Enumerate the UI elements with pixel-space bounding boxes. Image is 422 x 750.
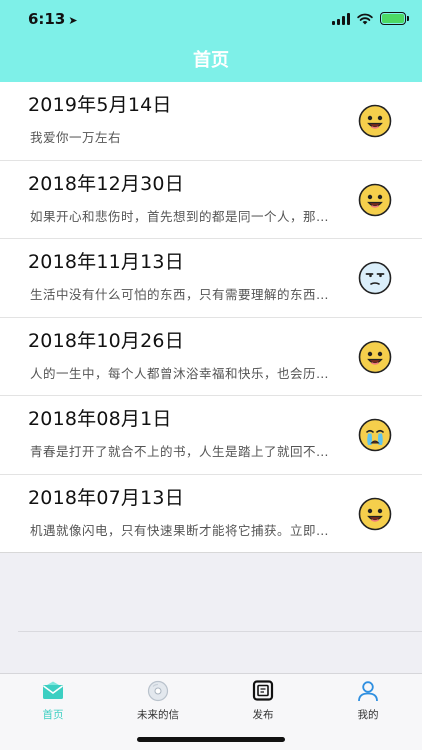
page-title: 首页 xyxy=(193,50,229,71)
battery-icon xyxy=(380,12,409,25)
happy-face-icon xyxy=(358,497,392,530)
tab-label: 我的 xyxy=(357,709,379,721)
happy-face-icon xyxy=(358,340,392,373)
entry-preview: 青春是打开了就合不上的书，人生是踏上了就回不… xyxy=(30,444,330,459)
status-icons xyxy=(332,12,409,25)
tab-label: 发布 xyxy=(252,709,274,721)
entry-date: 2018年10月26日 xyxy=(28,329,184,352)
entry-date: 2018年12月30日 xyxy=(28,172,184,195)
list-item[interactable]: 2018年12月30日 如果开心和悲伤时，首先想到的都是同一个人，那… xyxy=(0,161,422,239)
divider xyxy=(18,631,422,632)
entry-date: 2018年07月13日 xyxy=(28,486,184,509)
list-item[interactable]: 2018年07月13日 机遇就像闪电，只有快速果断才能将它捕获。立即… xyxy=(0,475,422,553)
tab-label: 首页 xyxy=(42,709,64,721)
list-item[interactable]: 2018年08月1日 青春是打开了就合不上的书，人生是踏上了就回不… xyxy=(0,396,422,475)
list-item[interactable]: 2019年5月14日 我爱你一万左右 xyxy=(0,82,422,161)
status-time: 6:13 ➤ xyxy=(28,10,78,28)
tab-home[interactable]: 首页 xyxy=(13,680,93,722)
happy-face-icon xyxy=(358,104,392,138)
tab-publish[interactable]: 发布 xyxy=(223,680,303,722)
tab-profile[interactable]: 我的 xyxy=(328,680,408,722)
entry-preview: 机遇就像闪电，只有快速果断才能将它捕获。立即… xyxy=(30,522,330,538)
entry-date: 2018年11月13日 xyxy=(28,251,184,273)
home-indicator xyxy=(137,737,285,742)
person-icon xyxy=(358,681,378,702)
nav-bar: 首页 xyxy=(0,40,422,82)
tab-label: 未来的信 xyxy=(137,709,179,721)
letter-list: 2019年5月14日 我爱你一万左右 2018年12月30日 如果开心和悲伤时，… xyxy=(0,82,422,553)
entry-preview: 生活中没有什么可怕的东西，只有需要理解的东西… xyxy=(30,287,330,302)
signal-icon xyxy=(332,12,350,25)
entry-preview: 我爱你一万左右 xyxy=(30,130,122,145)
location-arrow-icon: ➤ xyxy=(68,14,78,27)
tab-future-letters[interactable]: 未来的信 xyxy=(118,680,198,722)
wifi-icon xyxy=(357,13,373,24)
compose-icon xyxy=(252,680,274,701)
mail-icon xyxy=(43,681,63,699)
crying-face-icon xyxy=(358,418,392,452)
entry-preview: 人的一生中，每个人都曾沐浴幸福和快乐，也会历… xyxy=(30,365,330,381)
happy-face-icon xyxy=(358,183,392,216)
entry-date: 2018年08月1日 xyxy=(28,408,172,430)
list-item[interactable]: 2018年11月13日 生活中没有什么可怕的东西，只有需要理解的东西… xyxy=(0,239,422,318)
entry-preview: 如果开心和悲伤时，首先想到的都是同一个人，那… xyxy=(30,208,330,224)
entry-date: 2019年5月14日 xyxy=(28,94,172,116)
list-item[interactable]: 2018年10月26日 人的一生中，每个人都曾沐浴幸福和快乐，也会历… xyxy=(0,318,422,396)
disc-icon xyxy=(147,680,169,702)
status-bar: 6:13 ➤ xyxy=(0,0,422,40)
meh-face-icon xyxy=(358,261,392,295)
